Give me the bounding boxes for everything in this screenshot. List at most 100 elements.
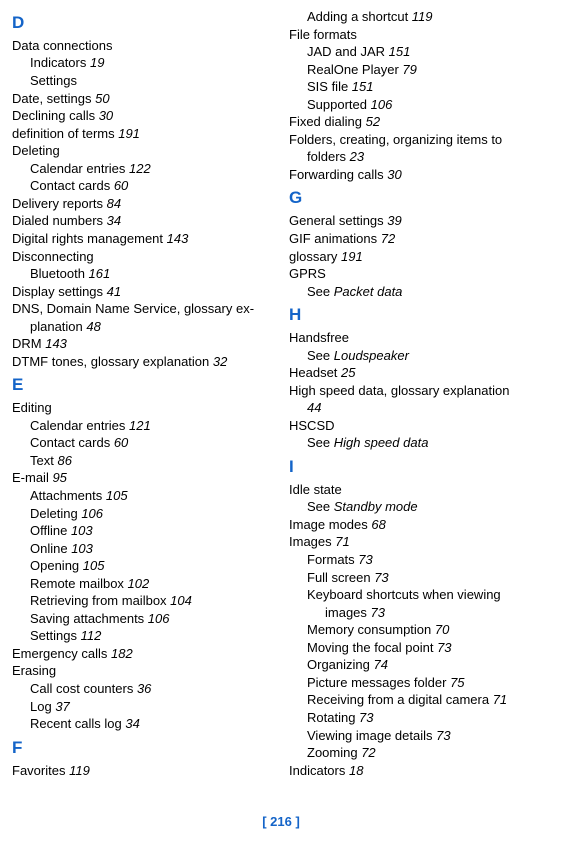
page-ref: 37 — [55, 699, 69, 714]
index-subentry: Supported 106 — [289, 96, 544, 114]
index-entry: Headset 25 — [289, 364, 544, 382]
index-subentry: Log 37 — [12, 698, 267, 716]
page-ref: 106 — [148, 611, 170, 626]
index-entry: definition of terms 191 — [12, 125, 267, 143]
index-entry: GIF animations 72 — [289, 230, 544, 248]
page-ref: 86 — [57, 453, 71, 468]
index-crossref: See Standby mode — [289, 498, 544, 516]
index-crossref: See High speed data — [289, 434, 544, 452]
page-ref: 95 — [52, 470, 66, 485]
index-subentry: Opening 105 — [12, 557, 267, 575]
index-subentry: Bluetooth 161 — [12, 265, 267, 283]
index-entry: Date, settings 50 — [12, 90, 267, 108]
index-entry: glossary 191 — [289, 248, 544, 266]
index-letter: G — [289, 187, 544, 210]
index-subentry: Indicators 19 — [12, 54, 267, 72]
index-subentry: RealOne Player 79 — [289, 61, 544, 79]
index-entry: Favorites 119 — [12, 762, 267, 780]
index-entry: DNS, Domain Name Service, glossary ex-pl… — [12, 300, 267, 335]
index-subentry: Text 86 — [12, 452, 267, 470]
page-ref: 151 — [352, 79, 374, 94]
page-ref: 71 — [493, 692, 507, 707]
page-ref: 191 — [118, 126, 140, 141]
page-ref: 60 — [114, 435, 128, 450]
index-entry: Indicators 18 — [289, 762, 544, 780]
index-entry: High speed data, glossary explanation44 — [289, 382, 544, 417]
index-subentry: Memory consumption 70 — [289, 621, 544, 639]
index-entry: Delivery reports 84 — [12, 195, 267, 213]
page-ref: 30 — [387, 167, 401, 182]
index-entry: Handsfree — [289, 329, 544, 347]
page-ref: 70 — [435, 622, 449, 637]
index-subentry: Adding a shortcut 119 — [289, 8, 544, 26]
index-subentry: Attachments 105 — [12, 487, 267, 505]
index-subentry: Remote mailbox 102 — [12, 575, 267, 593]
index-entry: General settings 39 — [289, 212, 544, 230]
page-ref: 50 — [95, 91, 109, 106]
page-ref: 151 — [389, 44, 411, 59]
index-subentry: Moving the focal point 73 — [289, 639, 544, 657]
page-ref: 18 — [349, 763, 363, 778]
page-ref: 68 — [371, 517, 385, 532]
xref-target: High speed data — [334, 435, 429, 450]
page-ref: 105 — [83, 558, 105, 573]
index-subentry: Saving attachments 106 — [12, 610, 267, 628]
page-ref: 34 — [125, 716, 139, 731]
page-ref: 102 — [128, 576, 150, 591]
index-subentry: Receiving from a digital camera 71 — [289, 691, 544, 709]
index-subentry: Calendar entries 122 — [12, 160, 267, 178]
index-entry: HSCSD — [289, 417, 544, 435]
page-ref: 104 — [170, 593, 192, 608]
page-number: [ 216 ] — [0, 813, 562, 831]
index-subentry: Contact cards 60 — [12, 434, 267, 452]
index-subentry: JAD and JAR 151 — [289, 43, 544, 61]
index-entry: Emergency calls 182 — [12, 645, 267, 663]
page-ref: 84 — [107, 196, 121, 211]
index-entry: GPRS — [289, 265, 544, 283]
index-subentry: Contact cards 60 — [12, 177, 267, 195]
page-ref: 143 — [45, 336, 67, 351]
page-ref: 71 — [335, 534, 349, 549]
page-ref: 106 — [371, 97, 393, 112]
index-entry: Image modes 68 — [289, 516, 544, 534]
page-ref: 119 — [412, 9, 433, 24]
index-letter: D — [12, 12, 267, 35]
index-subentry: Zooming 72 — [289, 744, 544, 762]
page-ref: 19 — [90, 55, 104, 70]
index-entry: Data connections — [12, 37, 267, 55]
xref-target: Packet data — [334, 284, 403, 299]
index-entry: Images 71 — [289, 533, 544, 551]
page-ref: 73 — [436, 728, 450, 743]
index-entry: Declining calls 30 — [12, 107, 267, 125]
index-subentry: Offline 103 — [12, 522, 267, 540]
page-ref: 121 — [129, 418, 151, 433]
index-subentry: Calendar entries 121 — [12, 417, 267, 435]
index-entry: Folders, creating, organizing items tofo… — [289, 131, 544, 166]
page-ref: 103 — [71, 523, 93, 538]
page-ref: 72 — [381, 231, 395, 246]
page-ref: 73 — [437, 640, 451, 655]
page-ref: 34 — [107, 213, 121, 228]
page-ref: 119 — [69, 763, 90, 778]
index-entry: Disconnecting — [12, 248, 267, 266]
index-entry: E-mail 95 — [12, 469, 267, 487]
column-left: DData connections Indicators 19SettingsD… — [12, 8, 267, 779]
index-letter: E — [12, 374, 267, 397]
page-ref: 25 — [341, 365, 355, 380]
index-entry: Fixed dialing 52 — [289, 113, 544, 131]
page-ref: 112 — [81, 628, 102, 643]
index-subentry: Picture messages folder 75 — [289, 674, 544, 692]
index-subentry: SIS file 151 — [289, 78, 544, 96]
index-letter: I — [289, 456, 544, 479]
page-ref: 39 — [387, 213, 401, 228]
index-entry: Erasing — [12, 662, 267, 680]
index-entry: Idle state — [289, 481, 544, 499]
index-crossref: See Packet data — [289, 283, 544, 301]
page-ref: 60 — [114, 178, 128, 193]
index-columns: DData connections Indicators 19SettingsD… — [12, 8, 544, 779]
index-entry: Display settings 41 — [12, 283, 267, 301]
page-ref: 191 — [341, 249, 363, 264]
index-subentry: Full screen 73 — [289, 569, 544, 587]
page-ref: 41 — [107, 284, 121, 299]
index-subentry: Online 103 — [12, 540, 267, 558]
